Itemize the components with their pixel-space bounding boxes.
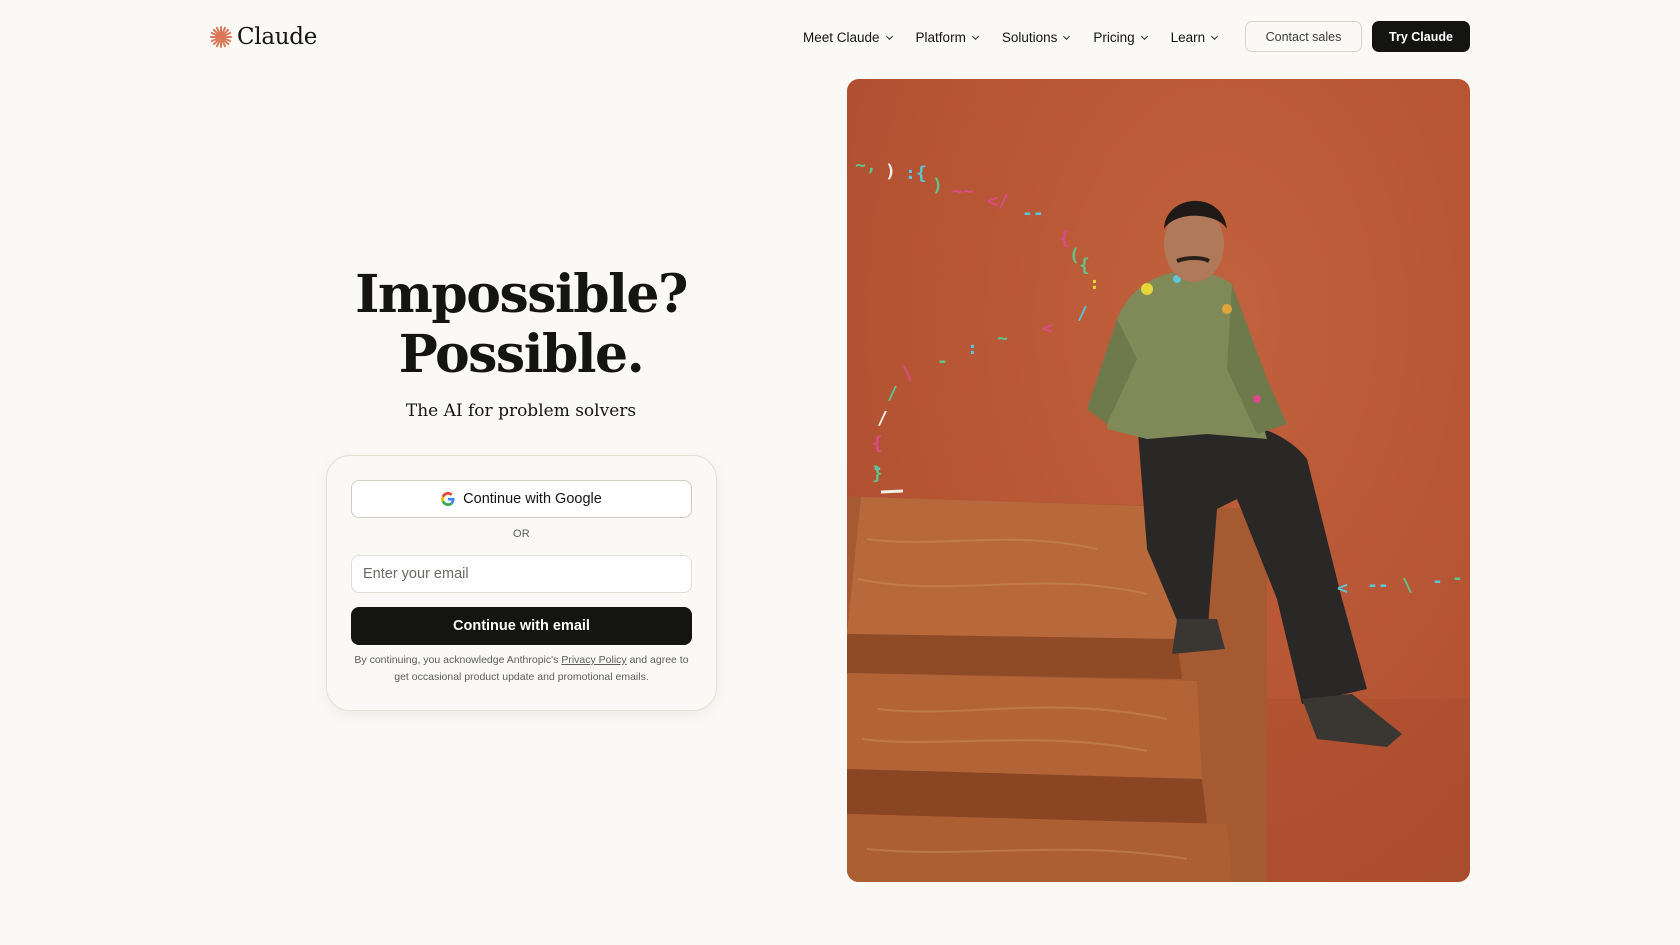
signup-card: Continue with Google OR Continue with em… [326,455,717,711]
nav-label: Pricing [1093,29,1135,45]
nav-label: Platform [915,29,966,45]
chevron-down-icon [1140,35,1148,40]
nav-label: Learn [1170,29,1206,45]
svg-text:\: \ [1402,575,1413,596]
svg-text::{: :{ [905,163,927,184]
hero-photo-illustration: ~, ) :{ ) ~~ </ -- { ( { : / < ~ : - \ /… [847,155,1470,882]
claude-logo[interactable]: Claude [209,22,317,52]
svg-text::: : [967,338,978,359]
or-divider: OR [512,528,531,540]
svg-text:-: - [1452,568,1463,589]
svg-text:{: { [872,433,883,454]
chevron-down-icon [1211,35,1219,40]
contact-sales-button[interactable]: Contact sales [1245,21,1362,52]
nav-meet-claude[interactable]: Meet Claude [803,30,894,45]
svg-text:\: \ [902,363,913,384]
site-header: Claude Meet Claude Platform Solutions Pr… [0,0,1680,74]
nav-pricing[interactable]: Pricing [1093,30,1148,45]
chevron-down-icon [885,35,893,40]
svg-text:-: - [1432,571,1443,592]
svg-text:--: -- [1367,575,1389,596]
svg-text:}: } [872,463,883,484]
hero-subtitle: The AI for problem solvers [405,401,637,421]
claude-starburst-icon [210,26,232,48]
disclaimer-text-pre: By continuing, you acknowledge Anthropic… [354,654,562,666]
chevron-down-icon [1063,35,1071,40]
continue-with-email-button[interactable]: Continue with email [351,607,692,645]
svg-text:</: </ [987,191,1009,212]
svg-text:): ) [885,161,896,182]
chevron-down-icon [971,35,979,40]
svg-text:--: -- [1022,203,1044,224]
nav-platform[interactable]: Platform [916,30,980,45]
svg-text:<: < [1337,578,1348,599]
google-button-label: Continue with Google [463,491,602,507]
nav-learn[interactable]: Learn [1171,30,1220,45]
try-claude-button[interactable]: Try Claude [1372,21,1470,52]
nav-label: Solutions [1001,29,1058,45]
hero-photo: ~, ) :{ ) ~~ </ -- { ( { : / < ~ : - \ /… [847,79,1470,882]
consent-disclaimer: By continuing, you acknowledge Anthropic… [351,652,692,685]
hero-title: Impossible? Possible. [320,265,722,385]
svg-text:): ) [932,175,943,196]
logo-wordmark: Claude [237,24,318,50]
google-icon [441,492,455,506]
svg-text:/: / [1077,303,1088,324]
svg-text:~~: ~~ [952,181,974,202]
svg-text:/: / [887,383,898,404]
hero-title-line1: Impossible? [355,264,688,325]
svg-text:<: < [1042,318,1053,339]
svg-text:~: ~ [997,328,1008,349]
svg-text:~,: ~, [855,155,877,176]
hero-title-line2: Possible. [398,324,645,385]
svg-text:-: - [937,351,948,372]
nav-label: Meet Claude [803,29,880,45]
privacy-policy-link[interactable]: Privacy Policy [561,654,626,666]
svg-text:/: / [877,408,888,429]
main-nav: Meet Claude Platform Solutions Pricing L… [803,27,1219,47]
nav-solutions[interactable]: Solutions [1002,30,1072,45]
continue-with-google-button[interactable]: Continue with Google [351,480,692,518]
email-input[interactable] [351,555,692,593]
svg-text::: : [1089,273,1100,294]
